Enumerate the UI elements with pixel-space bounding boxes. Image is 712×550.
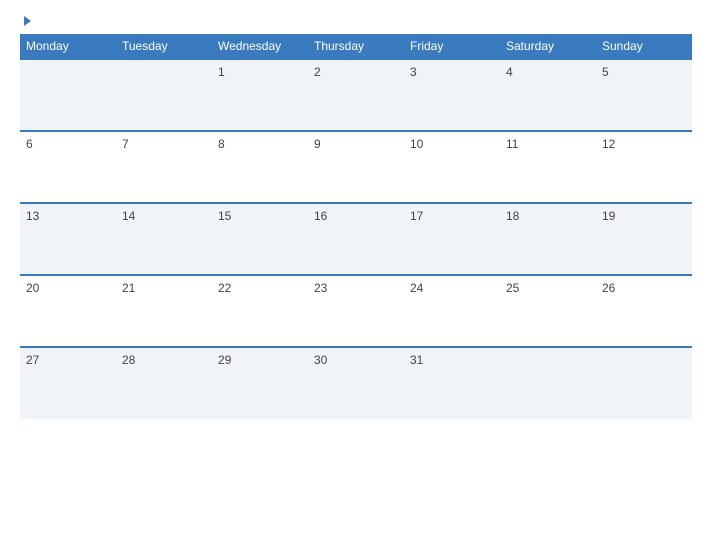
calendar-cell: 31: [404, 347, 500, 419]
calendar-cell: 30: [308, 347, 404, 419]
weekday-header-sunday: Sunday: [596, 34, 692, 59]
calendar-cell: 18: [500, 203, 596, 275]
weekday-header-row: MondayTuesdayWednesdayThursdayFridaySatu…: [20, 34, 692, 59]
day-number: 16: [314, 209, 327, 223]
day-number: 15: [218, 209, 231, 223]
weekday-header-thursday: Thursday: [308, 34, 404, 59]
calendar-cell: 20: [20, 275, 116, 347]
day-number: 7: [122, 137, 129, 151]
week-row-2: 6 7 8 9 10 11 12: [20, 131, 692, 203]
calendar-body: 1234567891011121314151617181920212223242…: [20, 59, 692, 419]
week-row-3: 13 14 15 16 17 18 19: [20, 203, 692, 275]
day-number: 17: [410, 209, 423, 223]
calendar-cell: 25: [500, 275, 596, 347]
calendar-cell: 1: [212, 59, 308, 131]
calendar-cell: [116, 59, 212, 131]
day-number: 2: [314, 65, 321, 79]
day-number: 12: [602, 137, 615, 151]
weekday-header-wednesday: Wednesday: [212, 34, 308, 59]
calendar-cell: 16: [308, 203, 404, 275]
calendar-cell: 17: [404, 203, 500, 275]
day-number: 6: [26, 137, 33, 151]
calendar-cell: 5: [596, 59, 692, 131]
calendar-cell: 11: [500, 131, 596, 203]
day-number: 23: [314, 281, 327, 295]
day-number: 24: [410, 281, 423, 295]
logo-blue-text: [20, 16, 31, 26]
day-number: 28: [122, 353, 135, 367]
day-number: 13: [26, 209, 39, 223]
calendar-cell: 10: [404, 131, 500, 203]
calendar-page: MondayTuesdayWednesdayThursdayFridaySatu…: [0, 0, 712, 550]
day-number: 14: [122, 209, 135, 223]
calendar-cell: 3: [404, 59, 500, 131]
logo: [20, 16, 31, 26]
day-number: 4: [506, 65, 513, 79]
day-number: 10: [410, 137, 423, 151]
calendar-cell: [500, 347, 596, 419]
day-number: 19: [602, 209, 615, 223]
calendar-cell: 26: [596, 275, 692, 347]
calendar-cell: 4: [500, 59, 596, 131]
day-number: 26: [602, 281, 615, 295]
calendar-cell: 6: [20, 131, 116, 203]
day-number: 27: [26, 353, 39, 367]
calendar-cell: 7: [116, 131, 212, 203]
week-row-1: 1 2 3 4 5: [20, 59, 692, 131]
calendar-cell: 27: [20, 347, 116, 419]
day-number: 8: [218, 137, 225, 151]
day-number: 3: [410, 65, 417, 79]
calendar-header: MondayTuesdayWednesdayThursdayFridaySatu…: [20, 34, 692, 59]
calendar-cell: 15: [212, 203, 308, 275]
calendar-cell: 8: [212, 131, 308, 203]
calendar-table: MondayTuesdayWednesdayThursdayFridaySatu…: [20, 34, 692, 419]
calendar-cell: 14: [116, 203, 212, 275]
calendar-cell: 19: [596, 203, 692, 275]
logo-triangle-icon: [24, 16, 31, 26]
week-row-4: 20 21 22 23 24 25 26: [20, 275, 692, 347]
day-number: 22: [218, 281, 231, 295]
calendar-cell: 21: [116, 275, 212, 347]
weekday-header-monday: Monday: [20, 34, 116, 59]
week-row-5: 27 28 29 30 31: [20, 347, 692, 419]
weekday-header-saturday: Saturday: [500, 34, 596, 59]
calendar-cell: 23: [308, 275, 404, 347]
calendar-cell: 22: [212, 275, 308, 347]
day-number: 31: [410, 353, 423, 367]
calendar-cell: [596, 347, 692, 419]
calendar-cell: 12: [596, 131, 692, 203]
calendar-cell: 9: [308, 131, 404, 203]
calendar-cell: 28: [116, 347, 212, 419]
day-number: 30: [314, 353, 327, 367]
day-number: 20: [26, 281, 39, 295]
calendar-cell: 13: [20, 203, 116, 275]
calendar-cell: 2: [308, 59, 404, 131]
calendar-cell: [20, 59, 116, 131]
day-number: 9: [314, 137, 321, 151]
day-number: 1: [218, 65, 225, 79]
calendar-cell: 29: [212, 347, 308, 419]
weekday-header-friday: Friday: [404, 34, 500, 59]
calendar-cell: 24: [404, 275, 500, 347]
day-number: 18: [506, 209, 519, 223]
day-number: 29: [218, 353, 231, 367]
day-number: 5: [602, 65, 609, 79]
header: [20, 16, 692, 26]
weekday-header-tuesday: Tuesday: [116, 34, 212, 59]
day-number: 25: [506, 281, 519, 295]
day-number: 21: [122, 281, 135, 295]
day-number: 11: [506, 137, 518, 151]
